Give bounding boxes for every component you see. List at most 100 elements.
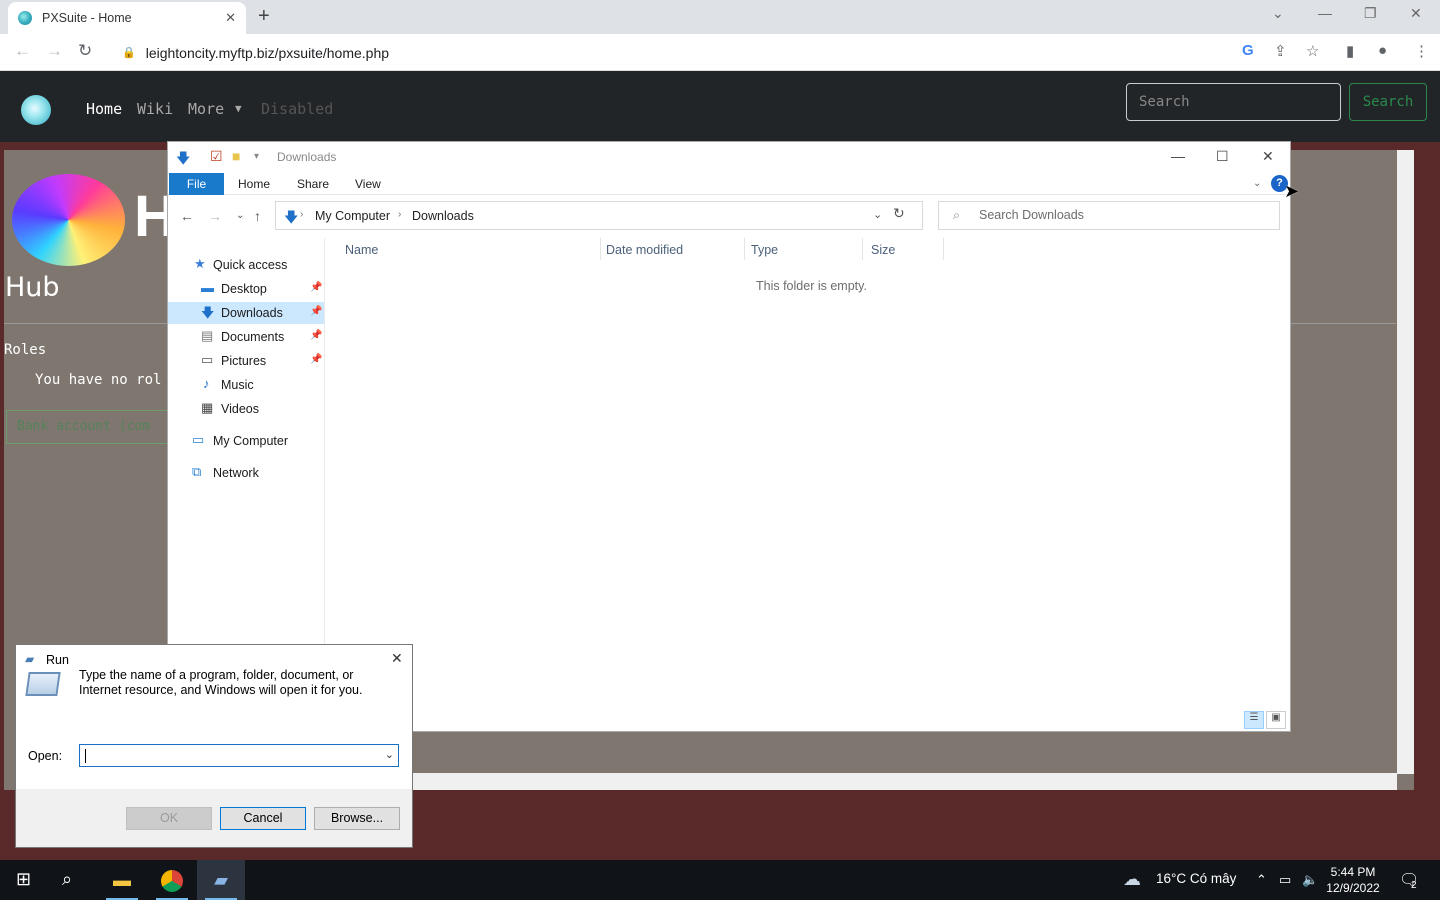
explorer-title: Downloads xyxy=(277,150,337,164)
sidebar-item-quick-access[interactable]: ★ Quick access xyxy=(168,254,325,276)
sidebar-item-label: My Computer xyxy=(213,434,289,448)
taskbar-file-explorer[interactable]: ▬ xyxy=(98,860,146,900)
nav-more[interactable]: More xyxy=(188,100,224,118)
column-type[interactable]: Type xyxy=(751,243,778,257)
taskbar: ⊞ ⌕ ▬ ▰ ☁ 16°C Có mây ⌃ ▭ 🔈 5:44 PM 12/9… xyxy=(0,860,1440,900)
ribbon-expand-icon[interactable]: ⌄ xyxy=(1253,173,1261,195)
caret-down-icon[interactable]: ▼ xyxy=(235,102,242,115)
star-icon: ★ xyxy=(194,256,206,271)
new-tab-button[interactable]: + xyxy=(258,5,270,28)
tab-share[interactable]: Share xyxy=(297,173,329,195)
side-panel-icon[interactable]: ▮ xyxy=(1346,42,1354,60)
sidebar-item-pictures[interactable]: ▭ Pictures 📌 xyxy=(168,350,325,372)
explorer-titlebar: 🡇 ☑ ■ ▾ Downloads — ☐ ✕ xyxy=(168,142,1290,172)
sidebar-item-label: Quick access xyxy=(213,258,288,272)
notification-count: 2 xyxy=(1411,880,1417,891)
share-icon[interactable]: ⇪ xyxy=(1274,42,1287,60)
explorer-forward-icon[interactable]: → xyxy=(208,208,222,224)
sidebar-item-music[interactable]: ♪ Music xyxy=(168,374,325,396)
clock[interactable]: 5:44 PM 12/9/2022 xyxy=(1320,864,1386,896)
chevron-down-icon[interactable]: ⌄ xyxy=(385,748,394,761)
run-close-icon[interactable]: ✕ xyxy=(391,650,403,667)
open-input[interactable]: ⌄ xyxy=(79,744,399,767)
tab-close-icon[interactable]: ✕ xyxy=(225,10,236,26)
weather-text[interactable]: 16°C Có mây xyxy=(1156,871,1236,886)
page-horizontal-scrollbar[interactable] xyxy=(413,773,1397,790)
back-icon[interactable]: ← xyxy=(14,41,31,61)
sidebar-item-downloads[interactable]: 🡇 Downloads 📌 xyxy=(168,302,325,324)
explorer-maximize-icon[interactable]: ☐ xyxy=(1216,148,1229,165)
taskbar-chrome[interactable] xyxy=(148,860,196,900)
bookmark-star-icon[interactable]: ☆ xyxy=(1306,42,1319,60)
column-divider[interactable] xyxy=(862,238,863,260)
column-divider[interactable] xyxy=(600,238,601,260)
large-icons-view-icon[interactable]: ▣ xyxy=(1266,711,1286,729)
new-folder-icon[interactable]: ■ xyxy=(232,148,240,164)
run-icon: ▰ xyxy=(25,652,35,666)
nav-wiki[interactable]: Wiki xyxy=(137,100,173,118)
address-dropdown-icon[interactable]: ⌄ xyxy=(873,208,882,221)
breadcrumb-my-computer[interactable]: My Computer xyxy=(315,209,390,223)
sidebar-item-desktop[interactable]: ▬ Desktop 📌 xyxy=(168,278,325,300)
minimize-icon[interactable]: — xyxy=(1318,5,1332,21)
network-icon[interactable]: ▭ xyxy=(1279,872,1291,888)
qat-dropdown-icon[interactable]: ▾ xyxy=(254,151,259,162)
browse-button[interactable]: Browse... xyxy=(314,807,400,830)
forward-icon[interactable]: → xyxy=(46,41,63,61)
tab-home[interactable]: Home xyxy=(238,173,270,195)
explorer-search-input[interactable]: ⌕ Search Downloads xyxy=(938,201,1280,230)
cancel-button[interactable]: Cancel xyxy=(220,807,306,830)
up-icon[interactable]: ↑ xyxy=(254,208,261,224)
sidebar-item-documents[interactable]: ▤ Documents 📌 xyxy=(168,326,325,348)
breadcrumb-downloads[interactable]: Downloads xyxy=(412,209,474,223)
site-search-input[interactable]: Search xyxy=(1126,83,1341,121)
taskbar-run[interactable]: ▰ xyxy=(197,860,245,900)
site-logo-icon[interactable] xyxy=(21,95,51,125)
bank-account-button[interactable]: Bank account (com xyxy=(6,410,168,444)
sidebar-item-label: Videos xyxy=(221,402,259,416)
clock-time: 5:44 PM xyxy=(1330,865,1376,879)
page-vertical-scrollbar[interactable] xyxy=(1397,150,1414,774)
column-size[interactable]: Size xyxy=(871,243,895,257)
google-icon[interactable]: G xyxy=(1242,42,1254,59)
column-divider[interactable] xyxy=(943,238,944,260)
site-search-button[interactable]: Search xyxy=(1349,83,1427,121)
clock-date: 12/9/2022 xyxy=(1326,881,1380,895)
cloud-icon[interactable]: ☁ xyxy=(1123,869,1141,890)
column-date-modified[interactable]: Date modified xyxy=(606,243,683,257)
mouse-cursor-icon: ➤ xyxy=(1284,181,1300,201)
address-bar[interactable]: 🔒 leightoncity.myftp.biz/pxsuite/home.ph… xyxy=(108,37,1338,68)
tab-file[interactable]: File xyxy=(169,173,224,195)
profile-icon[interactable]: ● xyxy=(1378,42,1387,59)
close-icon[interactable]: ✕ xyxy=(1410,5,1422,22)
explorer-back-icon[interactable]: ← xyxy=(180,208,194,224)
music-icon: ♪ xyxy=(203,376,210,391)
column-name[interactable]: Name xyxy=(345,243,378,257)
explorer-minimize-icon[interactable]: — xyxy=(1171,148,1185,164)
roles-heading: Roles xyxy=(4,342,47,358)
explorer-address-bar[interactable]: 🡇 › My Computer › Downloads ⌄ xyxy=(275,201,923,230)
speaker-icon[interactable]: 🔈 xyxy=(1302,872,1318,888)
sidebar-item-network[interactable]: ⧉ Network xyxy=(168,462,325,484)
reload-icon[interactable]: ↻ xyxy=(78,41,92,61)
nav-home[interactable]: Home xyxy=(86,100,122,118)
menu-icon[interactable]: ⋮ xyxy=(1414,42,1429,60)
tab-view[interactable]: View xyxy=(355,173,381,195)
ok-button[interactable]: OK xyxy=(126,807,212,830)
recent-locations-icon[interactable]: ⌄ xyxy=(236,210,244,221)
run-title: Run xyxy=(46,653,69,667)
details-view-icon[interactable]: ☰ xyxy=(1244,711,1264,729)
sidebar-item-videos[interactable]: ▦ Videos xyxy=(168,398,325,420)
properties-icon[interactable]: ☑ xyxy=(210,148,223,165)
restore-icon[interactable]: ❐ xyxy=(1364,5,1377,22)
browser-tab[interactable]: PXSuite - Home ✕ xyxy=(8,2,246,34)
refresh-icon[interactable]: ↻ xyxy=(893,205,905,222)
windows-start-icon[interactable]: ⊞ xyxy=(16,869,31,890)
search-icon[interactable]: ⌕ xyxy=(62,869,72,890)
explorer-close-icon[interactable]: ✕ xyxy=(1262,148,1274,165)
tab-search-icon[interactable]: ⌄ xyxy=(1272,5,1284,22)
run-description: Type the name of a program, folder, docu… xyxy=(79,668,363,697)
column-divider[interactable] xyxy=(744,238,745,260)
sidebar-item-my-computer[interactable]: ▭ My Computer xyxy=(168,430,325,452)
chevron-up-icon[interactable]: ⌃ xyxy=(1256,872,1267,888)
